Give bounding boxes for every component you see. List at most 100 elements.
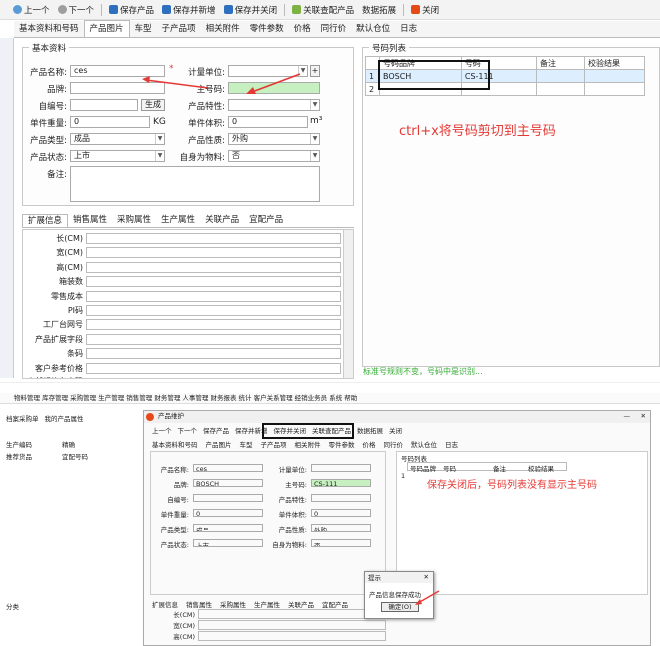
left-check-label[interactable]: 精确 xyxy=(62,439,75,449)
bottom-tab-1[interactable]: 产品图片 xyxy=(206,439,232,449)
material-select[interactable]: 否 ▼ xyxy=(228,150,320,162)
ext-field-input[interactable] xyxy=(86,247,341,259)
toolbar-button-7[interactable]: 关闭 xyxy=(408,2,442,18)
bottom-field-input[interactable] xyxy=(311,464,371,472)
bottom-ext-input[interactable] xyxy=(198,620,386,630)
bottom-ext-tab-4[interactable]: 关联产品 xyxy=(288,599,314,609)
tab-9[interactable]: 日志 xyxy=(395,21,422,37)
tab-2[interactable]: 车型 xyxy=(130,21,157,37)
bottom-field-input[interactable]: 外购 xyxy=(311,524,371,532)
bottom-tab-9[interactable]: 日志 xyxy=(445,439,458,449)
bottom-tab-0[interactable]: 基本资料和号码 xyxy=(152,439,198,449)
bottom-ext-tab-2[interactable]: 采购属性 xyxy=(220,599,246,609)
bottom-field-input[interactable] xyxy=(311,494,371,502)
ext-tab-2[interactable]: 采购属性 xyxy=(112,214,156,227)
ext-field-input[interactable] xyxy=(86,261,341,273)
bottom-toolbar-button-0[interactable]: 上一个 xyxy=(152,425,172,435)
tab-7[interactable]: 同行价 xyxy=(316,21,352,37)
tab-6[interactable]: 价格 xyxy=(289,21,316,37)
bottom-field-input[interactable]: 否 xyxy=(311,539,371,547)
ext-tab-4[interactable]: 关联产品 xyxy=(200,214,244,227)
remark-textarea[interactable] xyxy=(70,166,320,202)
toolbar-button-2[interactable]: 保存产品 xyxy=(106,2,157,18)
tab-4[interactable]: 相关附件 xyxy=(201,21,245,37)
ext-field-input[interactable] xyxy=(86,319,341,331)
bottom-field-input[interactable]: 0 xyxy=(311,509,371,517)
tab-3[interactable]: 子产品项 xyxy=(157,21,201,37)
left-check-label[interactable]: 生产编码 xyxy=(6,439,32,449)
tab-5[interactable]: 零件参数 xyxy=(245,21,289,37)
bottom-ext-tab-0[interactable]: 扩展信息 xyxy=(152,599,178,609)
nature-value: 外购 xyxy=(232,134,248,143)
bottom-field-input[interactable]: CS-111 xyxy=(311,479,371,487)
cell-note[interactable] xyxy=(536,69,585,83)
toolbar-button-3[interactable]: 保存并新增 xyxy=(159,2,219,18)
ext-field-input[interactable] xyxy=(86,290,341,302)
dialog-close-icon[interactable]: ✕ xyxy=(424,573,429,581)
bottom-toolbar-button-6[interactable]: 数据拓展 xyxy=(357,425,383,435)
type-select[interactable]: 成品 ▼ xyxy=(70,133,165,145)
bottom-ext-tab-3[interactable]: 生产属性 xyxy=(254,599,280,609)
bottom-field-input[interactable]: 上市 xyxy=(193,539,263,547)
left-check-label[interactable]: 宜配号码 xyxy=(62,451,88,461)
bottom-tab-7[interactable]: 同行价 xyxy=(384,439,404,449)
ext-field-input[interactable] xyxy=(86,348,341,360)
bottom-ext-input[interactable] xyxy=(198,609,386,619)
bottom-tab-4[interactable]: 相关附件 xyxy=(295,439,321,449)
ext-tab-3[interactable]: 生产属性 xyxy=(156,214,200,227)
volume-input[interactable]: 0 xyxy=(228,116,308,128)
bottom-toolbar-button-7[interactable]: 关闭 xyxy=(389,425,402,435)
row-number: 1 xyxy=(401,472,406,480)
tab-0[interactable]: 基本资料和号码 xyxy=(14,21,84,37)
ext-field-row: 客户参考价格 xyxy=(23,362,353,375)
bottom-field-input[interactable]: ces xyxy=(193,464,263,472)
bottom-tab-8[interactable]: 默认仓位 xyxy=(411,439,437,449)
bottom-ext-tab-5[interactable]: 宜配产品 xyxy=(322,599,348,609)
toolbar-button-4[interactable]: 保存并关闭 xyxy=(221,2,281,18)
status-select[interactable]: 上市 ▼ xyxy=(70,150,165,162)
left-tab-1[interactable]: 我的产品属性 xyxy=(45,413,84,423)
basic-info-legend: 基本资料 xyxy=(29,42,70,54)
ext-field-label: 客户参考价格 xyxy=(35,363,83,373)
bottom-tab-3[interactable]: 子产品项 xyxy=(261,439,287,449)
bottom-ext-label: 长(CM) xyxy=(173,611,195,619)
tab-1[interactable]: 产品图片 xyxy=(83,20,130,37)
tab-8[interactable]: 默认仓位 xyxy=(351,21,395,37)
toolbar-button-6[interactable]: 数据拓展 xyxy=(359,2,399,18)
bottom-ext-tab-1[interactable]: 销售属性 xyxy=(186,599,212,609)
bottom-toolbar-button-2[interactable]: 保存产品 xyxy=(203,425,229,435)
ext-tab-0[interactable]: 扩展信息 xyxy=(22,214,69,227)
nature-select[interactable]: 外购 ▼ xyxy=(228,133,320,145)
self-number-input[interactable] xyxy=(70,99,138,111)
ext-field-input[interactable] xyxy=(86,233,341,244)
weight-input[interactable]: 0 xyxy=(70,116,150,128)
bottom-ext-input[interactable] xyxy=(198,631,386,641)
ext-tab-5[interactable]: 宜配产品 xyxy=(244,214,288,227)
toolbar-button-0[interactable]: 上一个 xyxy=(10,2,53,18)
ext-field-input[interactable] xyxy=(86,362,341,374)
bottom-field-input[interactable]: 成品 xyxy=(193,524,263,532)
bottom-tab-6[interactable]: 价格 xyxy=(363,439,376,449)
bottom-field-input[interactable]: BOSCH xyxy=(193,479,263,487)
ext-field-input[interactable] xyxy=(86,305,341,316)
toolbar-button-1[interactable]: 下一个 xyxy=(55,2,98,18)
ext-fields-panel: 长(CM) 宽(CM) 高(CM) 箱装数 零售成本 PI码 工厂台网号 产品扩展字段 条码 客户… xyxy=(22,229,354,379)
toolbar-button-5[interactable]: 关联查配产品 xyxy=(289,2,357,18)
bottom-field-input[interactable]: 0 xyxy=(193,509,263,517)
bottom-screenshot: 物料管理 库存管理 采购管理 生产管理 销售管理 财务管理 人事管理 财务报表 … xyxy=(0,393,660,646)
ext-field-input[interactable] xyxy=(86,276,341,288)
link-icon xyxy=(292,5,302,14)
cell-check[interactable] xyxy=(584,69,645,83)
toolbar-separator xyxy=(284,3,286,16)
bottom-toolbar-button-1[interactable]: 下一个 xyxy=(178,425,198,435)
minimize-icon[interactable]: — xyxy=(624,412,631,420)
bottom-tab-5[interactable]: 零件参数 xyxy=(329,439,355,449)
left-tab-0[interactable]: 档案采购单 xyxy=(6,413,39,423)
left-check-label[interactable]: 推荐货品 xyxy=(6,451,32,461)
ext-tab-1[interactable]: 销售属性 xyxy=(68,214,112,227)
close-window-icon[interactable]: ✕ xyxy=(641,412,646,420)
bottom-field-input[interactable] xyxy=(193,494,263,502)
ext-field-input[interactable] xyxy=(86,333,341,345)
bottom-tab-2[interactable]: 车型 xyxy=(240,439,253,449)
divider xyxy=(0,382,660,390)
